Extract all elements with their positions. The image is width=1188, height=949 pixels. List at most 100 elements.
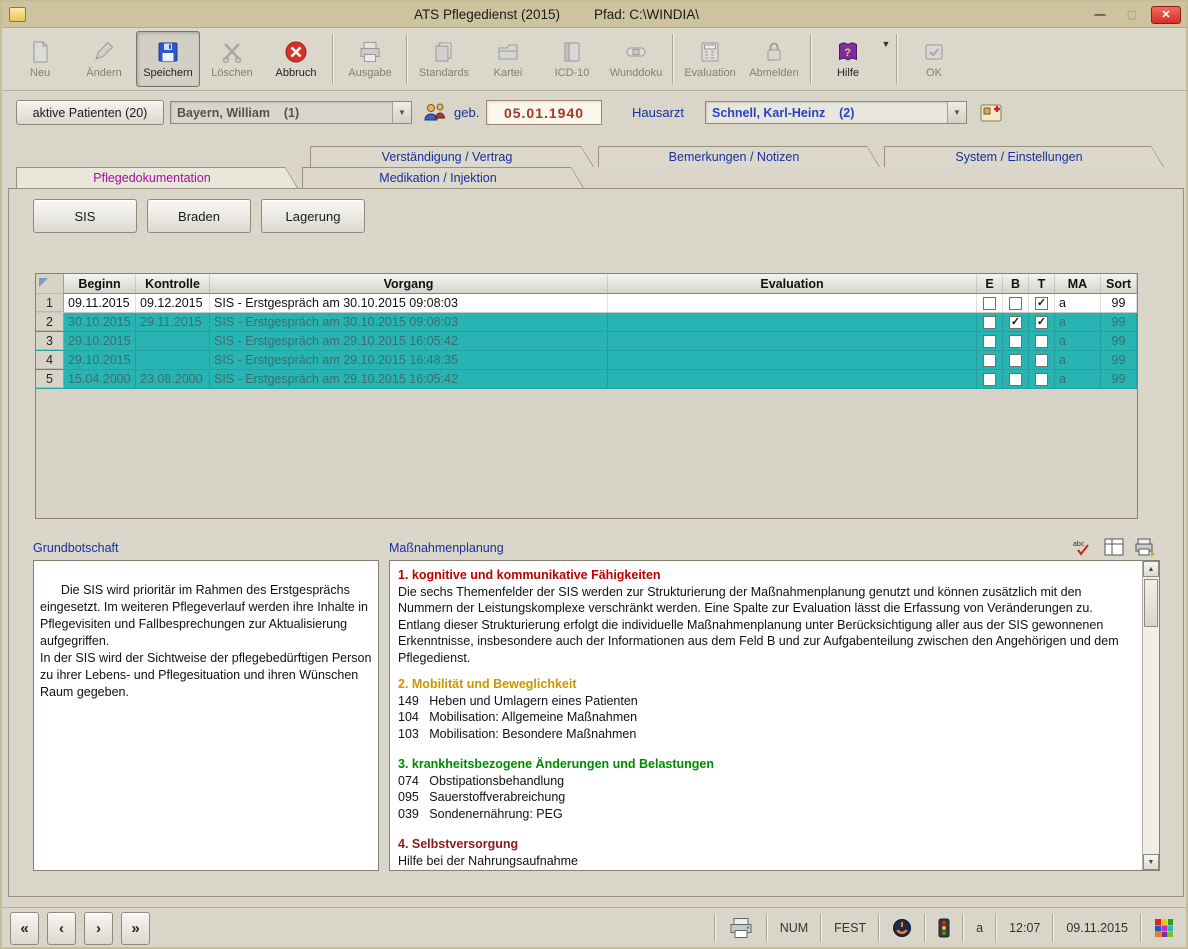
birthdate-field[interactable]: 05.01.1940 [486, 100, 602, 125]
output-button[interactable]: Ausgabe [338, 31, 402, 87]
ok-button[interactable]: OK [902, 31, 966, 87]
massnahmenplanung-label: Maßnahmenplanung [389, 541, 504, 555]
col-header-kontrolle[interactable]: Kontrolle [136, 274, 210, 294]
checkbox-t[interactable] [1035, 297, 1048, 310]
toolbar-separator [672, 34, 674, 84]
toolbar-separator [406, 34, 408, 84]
scrollbar-thumb[interactable] [1144, 579, 1158, 627]
new-button[interactable]: Neu [8, 31, 72, 87]
table-row-2[interactable]: 2 30.10.2015 29.11.2015 SIS - Erstgesprä… [36, 313, 1137, 332]
checkbox-e[interactable] [983, 373, 996, 386]
help-button[interactable]: ? Hilfe [816, 31, 880, 87]
list-item: 095 Sauerstoffverabreichung [398, 789, 1134, 806]
app-window: ATS Pflegedienst (2015) Pfad: C:\WINDIA\… [0, 0, 1188, 949]
delete-button[interactable]: Löschen [200, 31, 264, 87]
wound-icon [622, 39, 650, 65]
scroll-down-icon[interactable]: ▼ [1143, 854, 1159, 870]
col-header-ma[interactable]: MA [1055, 274, 1101, 294]
col-header-beginn[interactable]: Beginn [64, 274, 136, 294]
traffic-light-icon[interactable] [926, 908, 962, 948]
hausarzt-select[interactable]: Schnell, Karl-Heinz (2) ▼ [705, 101, 967, 124]
nav-first-button[interactable]: « [10, 912, 39, 945]
help-dropdown-arrow[interactable]: ▼ [880, 31, 892, 87]
window-path: Pfad: C:\WINDIA\ [594, 7, 699, 22]
table-row-1[interactable]: 1 09.11.2015 09.12.2015 SIS - Erstgesprä… [36, 294, 1137, 313]
vertical-scrollbar[interactable]: ▲ ▼ [1142, 561, 1159, 870]
checkbox-e[interactable] [983, 354, 996, 367]
chevron-down-icon[interactable]: ▼ [392, 102, 411, 123]
edit-button[interactable]: Ändern [72, 31, 136, 87]
tab-verstaendigung-vertrag[interactable]: Verständigung / Vertrag [310, 146, 594, 167]
checkbox-e[interactable] [983, 335, 996, 348]
maximize-button[interactable]: ▢ [1119, 6, 1145, 24]
checkbox-b[interactable] [1009, 335, 1022, 348]
checkbox-b[interactable] [1009, 354, 1022, 367]
tab-medikation-injektion[interactable]: Medikation / Injektion [302, 167, 584, 188]
grid-empty-area [36, 389, 1137, 518]
table-row-5[interactable]: 5 15.04.2000 23.08.2000 SIS - Erstgesprä… [36, 370, 1137, 389]
input-mode-indicator: a [964, 908, 995, 948]
col-header-b[interactable]: B [1003, 274, 1029, 294]
massnahmenplanung-textarea[interactable]: 1. kognitive und kommunikative Fähigkeit… [389, 560, 1160, 871]
col-header-sort[interactable]: Sort [1101, 274, 1137, 294]
help-book-icon: ? [834, 39, 862, 65]
toolbar-separator [810, 34, 812, 84]
standards-button[interactable]: Standards [412, 31, 476, 87]
layout-table-icon[interactable] [1102, 536, 1126, 557]
nav-last-button[interactable]: » [121, 912, 150, 945]
active-patients-button[interactable]: aktive Patienten (20) [16, 100, 164, 125]
tab-pflegedokumentation[interactable]: Pflegedokumentation [16, 167, 298, 188]
checkbox-b[interactable] [1009, 373, 1022, 386]
tab-system-einstellungen[interactable]: System / Einstellungen [884, 146, 1164, 167]
hausarzt-select-value: Schnell, Karl-Heinz (2) [706, 106, 947, 120]
checkbox-t[interactable] [1035, 316, 1048, 329]
minimize-button[interactable]: — [1087, 6, 1113, 24]
sis-button[interactable]: SIS [33, 199, 137, 233]
list-item: 074 Obstipationsbehandlung [398, 773, 1134, 790]
patients-icon[interactable] [422, 101, 448, 124]
patient-select[interactable]: Bayern, William (1) ▼ [170, 101, 412, 124]
braden-button[interactable]: Braden [147, 199, 251, 233]
calculator-icon [696, 39, 724, 65]
spellcheck-icon[interactable]: abc [1071, 536, 1095, 557]
checkbox-t[interactable] [1035, 354, 1048, 367]
scroll-up-icon[interactable]: ▲ [1143, 561, 1159, 577]
logout-button[interactable]: Abmelden [742, 31, 806, 87]
cancel-button[interactable]: Abbruch [264, 31, 328, 87]
table-row-4[interactable]: 4 29.10.2015 SIS - Erstgespräch am 29.10… [36, 351, 1137, 370]
col-header-evaluation[interactable]: Evaluation [608, 274, 977, 294]
tab-bemerkungen-notizen[interactable]: Bemerkungen / Notizen [598, 146, 880, 167]
book-icon [558, 39, 586, 65]
checkbox-b[interactable] [1009, 297, 1022, 310]
checkbox-e[interactable] [983, 316, 996, 329]
nav-prev-button[interactable]: ‹ [47, 912, 76, 945]
geb-label: geb. [454, 105, 479, 120]
col-header-vorgang[interactable]: Vorgang [210, 274, 608, 294]
print-export-icon[interactable] [1133, 536, 1157, 557]
edit-icon [90, 39, 118, 65]
col-header-t[interactable]: T [1029, 274, 1055, 294]
checkbox-t[interactable] [1035, 373, 1048, 386]
wounddoc-button[interactable]: Wunddoku [604, 31, 668, 87]
power-icon[interactable] [880, 908, 924, 948]
save-button[interactable]: Speichern [136, 31, 200, 87]
doctor-icon[interactable] [978, 101, 1004, 124]
icd10-button[interactable]: ICD-10 [540, 31, 604, 87]
kartei-button[interactable]: Kartei [476, 31, 540, 87]
evaluation-button[interactable]: Evaluation [678, 31, 742, 87]
close-button[interactable]: ✕ [1151, 6, 1181, 24]
status-date: 09.11.2015 [1054, 908, 1140, 948]
checkbox-e[interactable] [983, 297, 996, 310]
checkbox-t[interactable] [1035, 335, 1048, 348]
table-row-3[interactable]: 3 29.10.2015 SIS - Erstgespräch am 29.10… [36, 332, 1137, 351]
select-all-corner[interactable] [36, 274, 64, 294]
color-palette-icon[interactable] [1142, 908, 1186, 948]
section-2-heading: 2. Mobilität und Beweglichkeit [398, 676, 1134, 693]
lagerung-button[interactable]: Lagerung [261, 199, 365, 233]
checkbox-b[interactable] [1009, 316, 1022, 329]
grundbotschaft-textarea[interactable]: Die SIS wird prioritär im Rahmen des Ers… [33, 560, 379, 871]
chevron-down-icon[interactable]: ▼ [947, 102, 966, 123]
status-printer-icon[interactable] [716, 908, 766, 948]
nav-next-button[interactable]: › [84, 912, 113, 945]
col-header-e[interactable]: E [977, 274, 1003, 294]
